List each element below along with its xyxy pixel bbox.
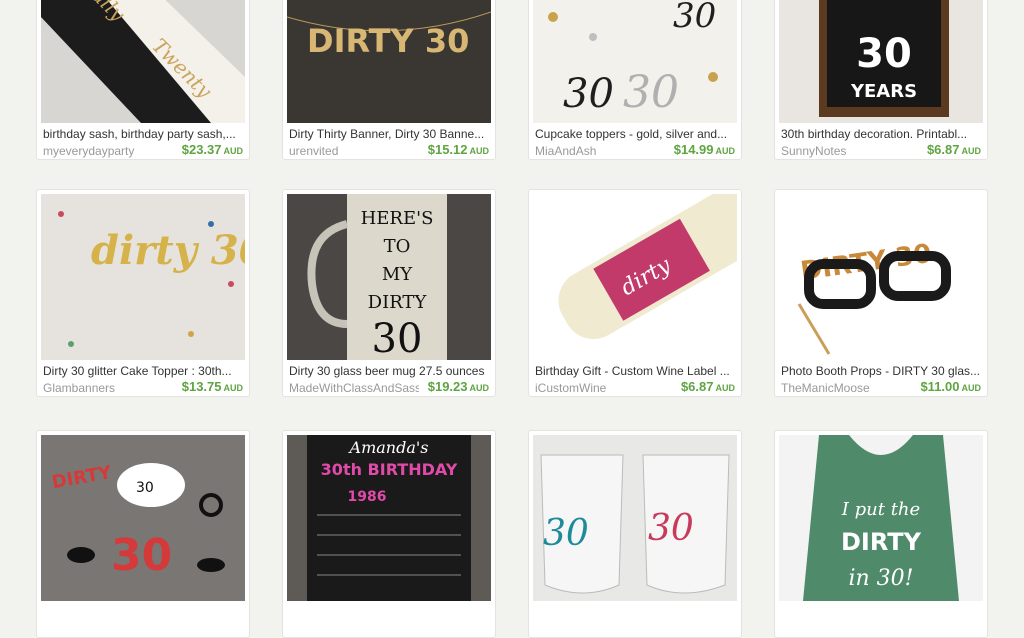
listing-image[interactable]: DIRTY 30: [779, 194, 983, 360]
listing-image[interactable]: DIRTY 30 30: [41, 435, 245, 601]
svg-text:30: 30: [111, 530, 172, 581]
listing-title[interactable]: birthday sash, birthday party sash,...: [43, 127, 245, 141]
svg-text:dirty 30: dirty 30: [91, 227, 245, 274]
listing-image[interactable]: dirty 30: [41, 194, 245, 360]
listing-card[interactable]: 30 30: [528, 430, 742, 638]
listing-title[interactable]: Birthday Gift - Custom Wine Label ...: [535, 364, 737, 378]
svg-text:HERE'S: HERE'S: [361, 208, 434, 229]
svg-text:I put the: I put the: [841, 499, 920, 520]
listing-title[interactable]: Dirty 30 glitter Cake Topper : 30th...: [43, 364, 245, 378]
banner-text-image: DIRTY 30: [307, 22, 469, 60]
svg-text:30: 30: [563, 71, 614, 117]
shop-name[interactable]: iCustomWine: [535, 381, 665, 395]
listing-card[interactable]: dirty Birthday Gift - Custom Wine Label …: [528, 189, 742, 397]
svg-text:30: 30: [648, 508, 694, 549]
svg-text:30: 30: [543, 513, 589, 554]
svg-text:30: 30: [136, 480, 154, 496]
listing-card[interactable]: DIRTY 30 Dirty Thirty Banner, Dirty 30 B…: [282, 0, 496, 160]
svg-text:1986: 1986: [348, 489, 387, 505]
svg-text:30th BIRTHDAY: 30th BIRTHDAY: [321, 460, 458, 479]
listing-card[interactable]: 30 30 30 Cupcake toppers - gold, silver …: [528, 0, 742, 160]
listing-image[interactable]: Twenty ally: [41, 0, 245, 123]
listing-card[interactable]: HERE'S TO MY DIRTY 30 Dirty 30 glass bee…: [282, 189, 496, 397]
svg-text:30: 30: [673, 0, 716, 36]
shop-name[interactable]: TheManicMoose: [781, 381, 911, 395]
svg-text:in 30!: in 30!: [848, 566, 913, 591]
listing-title[interactable]: Dirty 30 glass beer mug 27.5 ounces: [289, 364, 491, 378]
listing-card[interactable]: DIRTY 30 30: [36, 430, 250, 638]
svg-text:TO: TO: [384, 236, 411, 257]
listing-card[interactable]: dirty 30 Dirty 30 glitter Cake Topper : …: [36, 189, 250, 397]
listing-price: $6.87 AUD: [926, 142, 981, 157]
svg-text:DIRTY: DIRTY: [368, 292, 428, 313]
listing-grid: Twenty ally birthday sash, birthday part…: [0, 0, 1024, 638]
listing-image[interactable]: dirty: [533, 194, 737, 360]
listing-price: $11.00 AUD: [920, 379, 981, 394]
listing-image[interactable]: 30 YEARS: [779, 0, 983, 123]
svg-text:30: 30: [856, 31, 912, 77]
listing-title[interactable]: 30th birthday decoration. Printabl...: [781, 127, 983, 141]
svg-text:30: 30: [372, 316, 423, 360]
listing-image[interactable]: HERE'S TO MY DIRTY 30: [287, 194, 491, 360]
listing-image[interactable]: I put the DIRTY in 30!: [779, 435, 983, 601]
shop-name[interactable]: Glambanners: [43, 381, 173, 395]
listing-price: $13.75 AUD: [181, 379, 243, 394]
shop-name[interactable]: urenvited: [289, 144, 419, 158]
shop-name[interactable]: MadeWithClassAndSass: [289, 381, 419, 395]
listing-card[interactable]: DIRTY 30 Photo Booth Props - DIRTY 30 gl…: [774, 189, 988, 397]
shop-name[interactable]: SunnyNotes: [781, 144, 911, 158]
shop-name[interactable]: MiaAndAsh: [535, 144, 665, 158]
listing-image[interactable]: DIRTY 30: [287, 0, 491, 123]
listing-title[interactable]: Dirty Thirty Banner, Dirty 30 Banne...: [289, 127, 491, 141]
listing-price: $6.87 AUD: [680, 379, 735, 394]
svg-text:YEARS: YEARS: [850, 81, 917, 102]
listing-price: $14.99 AUD: [673, 142, 735, 157]
listing-card[interactable]: I put the DIRTY in 30!: [774, 430, 988, 638]
svg-text:MY: MY: [382, 264, 413, 285]
listing-title[interactable]: Cupcake toppers - gold, silver and...: [535, 127, 737, 141]
listing-price: $23.37 AUD: [181, 142, 243, 157]
svg-text:30: 30: [623, 67, 679, 118]
listing-card[interactable]: Twenty ally birthday sash, birthday part…: [36, 0, 250, 160]
listing-image[interactable]: 30 30 30: [533, 0, 737, 123]
listing-card[interactable]: Amanda's 30th BIRTHDAY 1986: [282, 430, 496, 638]
listing-title[interactable]: Photo Booth Props - DIRTY 30 glas...: [781, 364, 983, 378]
svg-text:Amanda's: Amanda's: [348, 438, 429, 457]
listing-image[interactable]: Amanda's 30th BIRTHDAY 1986: [287, 435, 491, 601]
listing-price: $19.23 AUD: [427, 379, 489, 394]
listing-image[interactable]: 30 30: [533, 435, 737, 601]
listing-price: $15.12 AUD: [427, 142, 489, 157]
shop-name[interactable]: myeverydayparty: [43, 144, 173, 158]
svg-text:DIRTY: DIRTY: [841, 528, 922, 556]
listing-card[interactable]: 30 YEARS 30th birthday decoration. Print…: [774, 0, 988, 160]
